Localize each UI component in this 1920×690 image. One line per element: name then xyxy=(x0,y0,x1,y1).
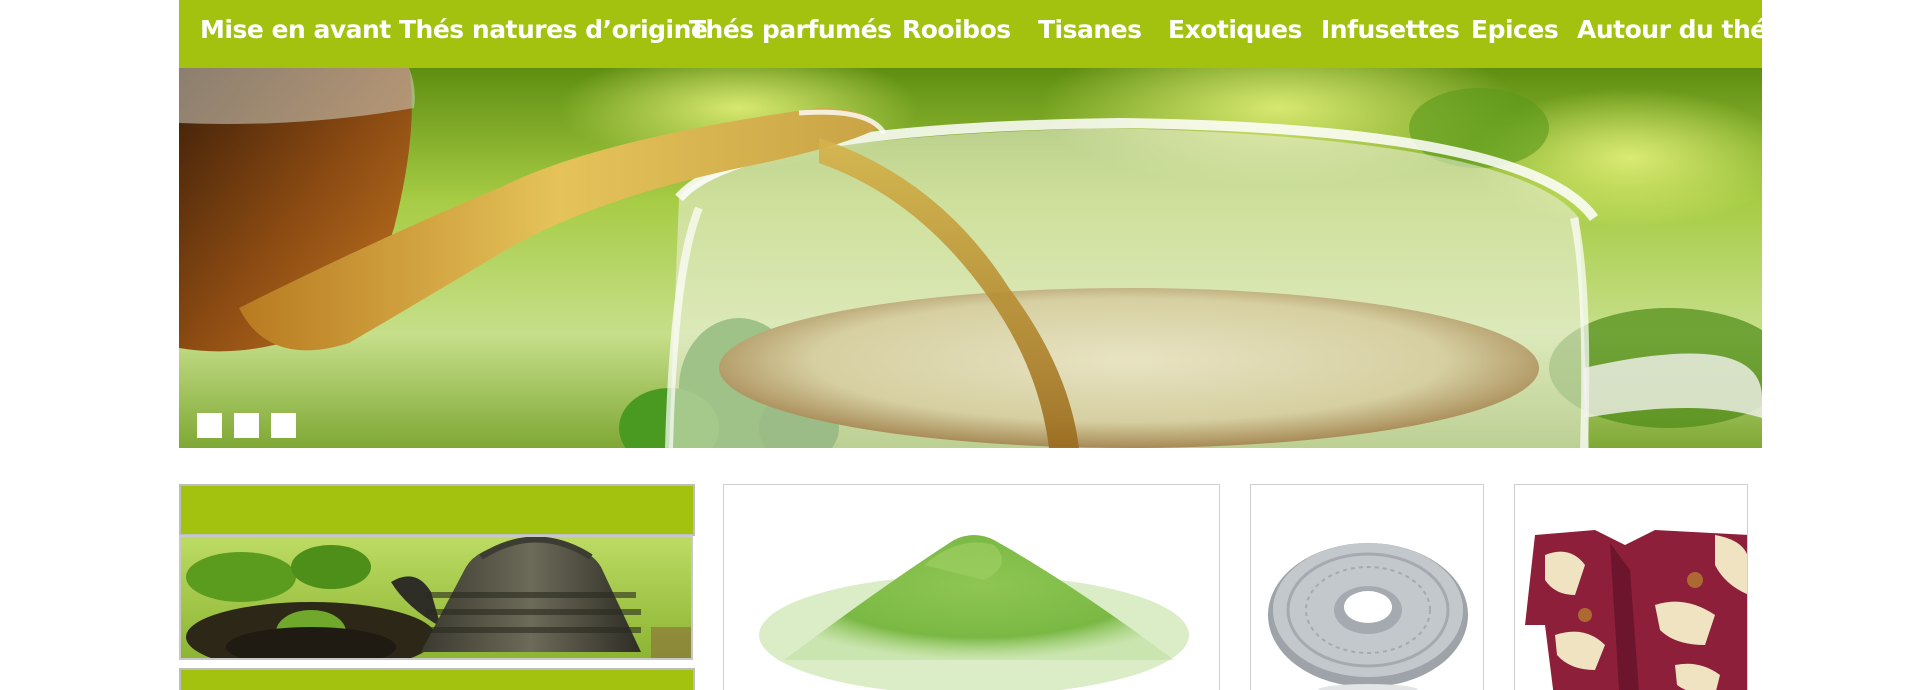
product-tile-matcha[interactable] xyxy=(723,484,1220,690)
nav-item-tisanes[interactable]: Tisanes xyxy=(1038,0,1142,60)
cast-iron-trivet-image xyxy=(1251,485,1483,690)
nav-item-autour-du-the[interactable]: Autour du thé xyxy=(1577,0,1762,60)
main-nav: Mise en avant Thés natures d’origine Thé… xyxy=(179,0,1762,68)
matcha-powder-image xyxy=(724,485,1219,690)
slider-dot-2[interactable] xyxy=(234,413,259,438)
left-banner-bottom[interactable] xyxy=(179,668,695,690)
product-tile-kimono[interactable] xyxy=(1514,484,1748,690)
slider-dot-3[interactable] xyxy=(271,413,296,438)
slider-dot-1[interactable] xyxy=(197,413,222,438)
nav-item-exotiques[interactable]: Exotiques xyxy=(1168,0,1302,60)
nav-item-mise-en-avant[interactable]: Mise en avant xyxy=(200,0,391,60)
page: Mise en avant Thés natures d’origine Thé… xyxy=(179,0,1762,690)
nav-item-thes-parfumes[interactable]: Thés parfumés xyxy=(689,0,892,60)
cast-iron-teapot-image xyxy=(181,537,691,658)
nav-item-rooibos[interactable]: Rooibos xyxy=(902,0,1011,60)
hero-slider[interactable] xyxy=(179,68,1762,448)
kimono-image xyxy=(1515,485,1747,690)
left-banner-top[interactable] xyxy=(179,484,695,536)
nav-item-epices[interactable]: Epices xyxy=(1471,0,1559,60)
product-tile-trivet[interactable] xyxy=(1250,484,1484,690)
slider-dots xyxy=(197,413,296,438)
nav-item-thes-natures[interactable]: Thés natures d’origine xyxy=(399,0,708,60)
hero-tea-pour-image xyxy=(179,68,1762,448)
left-teapot-photo[interactable] xyxy=(179,535,693,660)
nav-item-infusettes[interactable]: Infusettes xyxy=(1321,0,1460,60)
